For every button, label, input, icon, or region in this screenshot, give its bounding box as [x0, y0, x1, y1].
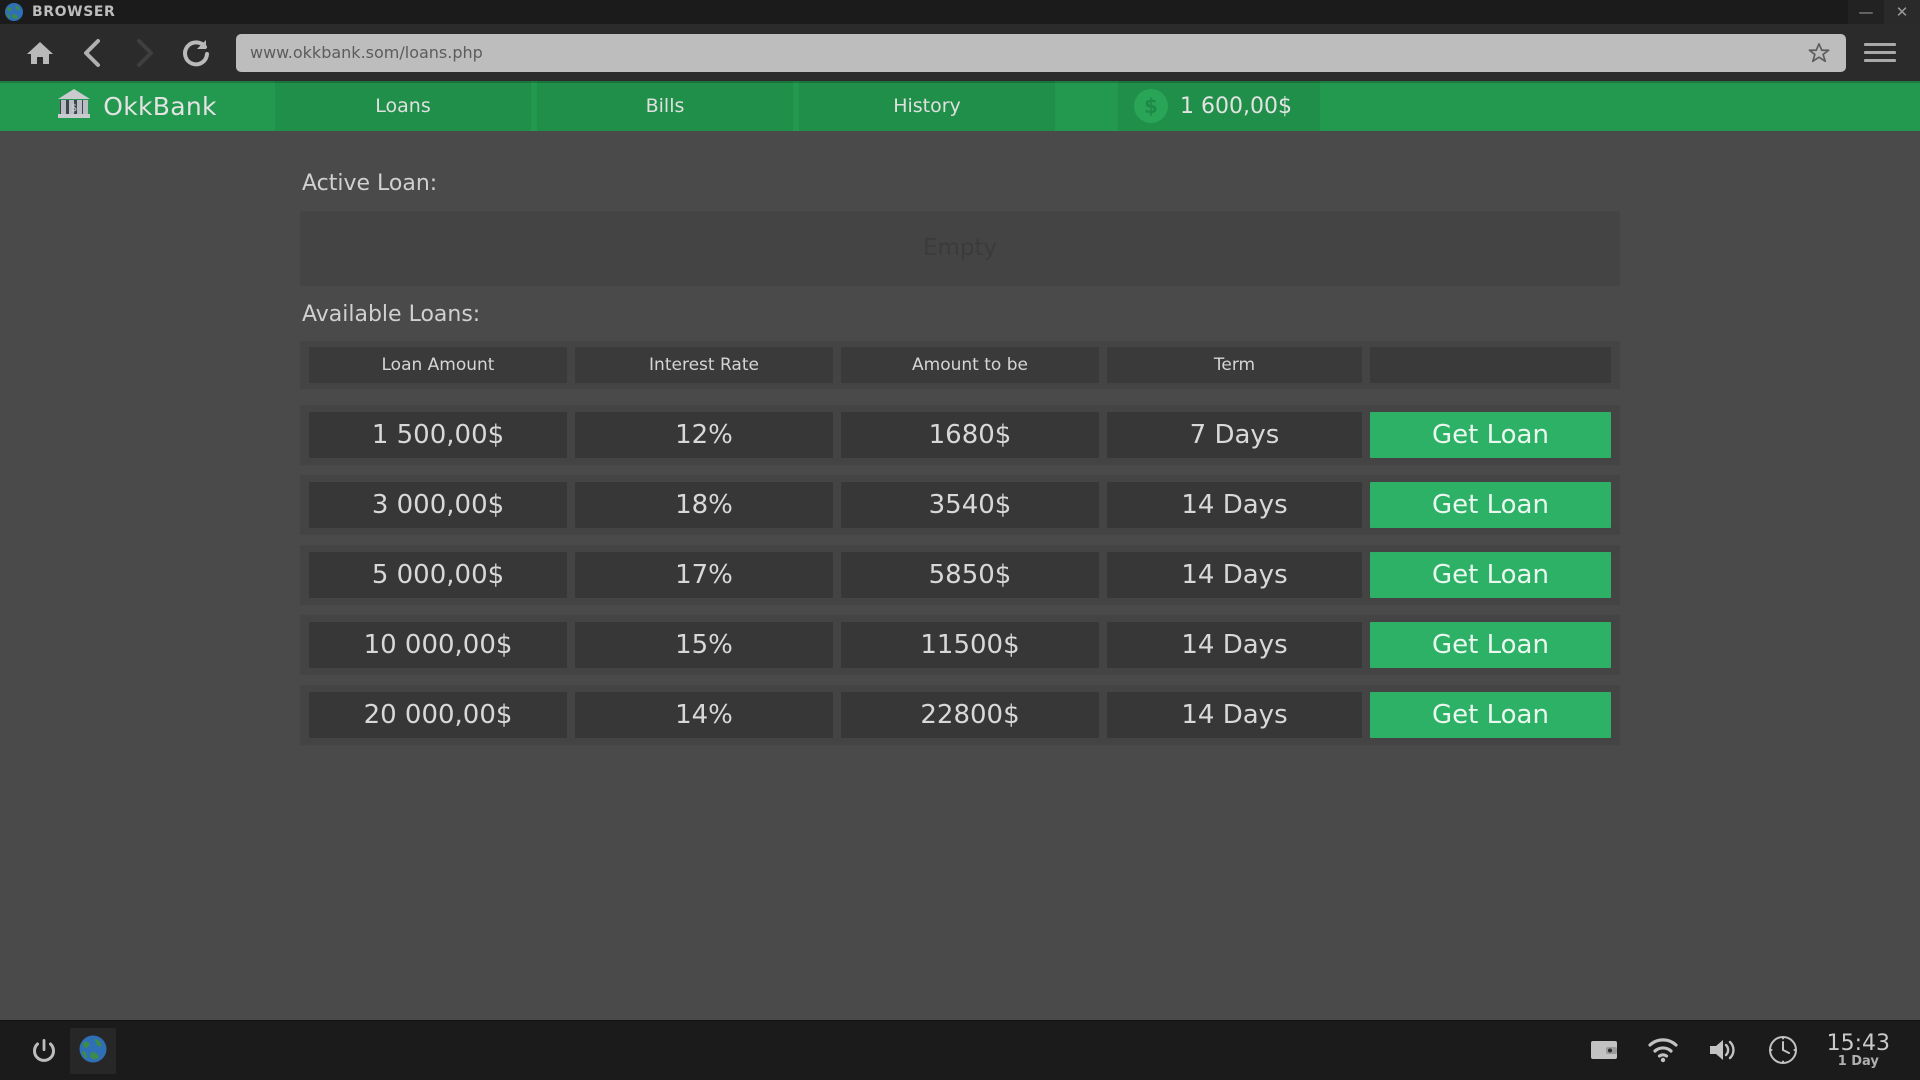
cell-amount-to-be: 22800$ [841, 692, 1099, 738]
brand-name: OkkBank [103, 91, 217, 121]
cell-term: 14 Days [1107, 552, 1362, 598]
column-header-interest-rate: Interest Rate [575, 347, 833, 383]
available-loans-label: Available Loans: [302, 302, 481, 327]
clock-time: 15:43 [1826, 1031, 1890, 1057]
close-button[interactable]: ✕ [1884, 0, 1920, 24]
cell-amount-to-be: 5850$ [841, 552, 1099, 598]
get-loan-button[interactable]: Get Loan [1370, 482, 1611, 528]
hamburger-menu-icon[interactable] [1854, 31, 1906, 75]
clock-day: 1 Day [1837, 1054, 1879, 1070]
address-bar[interactable]: www.okkbank.som/loans.php [236, 33, 1846, 72]
cell-loan-amount: 10 000,00$ [309, 622, 567, 668]
minimize-button[interactable]: — [1848, 0, 1884, 24]
loans-page: Active Loan: Empty Available Loans: Loan… [0, 131, 1920, 745]
cell-interest-rate: 15% [575, 622, 833, 668]
available-loans-table: Loan Amount Interest Rate Amount to be T… [300, 341, 1620, 745]
page-content: $ OkkBank Loans Bills History $ 1 600,00… [0, 81, 1920, 1020]
clock-display: 15:43 1 Day [1827, 1032, 1890, 1069]
forward-arrow-icon [118, 31, 170, 75]
table-row: 10 000,00$ 15% 11500$ 14 Days Get Loan [300, 615, 1620, 675]
cell-interest-rate: 17% [575, 552, 833, 598]
nav-tab-bills[interactable]: Bills [534, 81, 796, 131]
get-loan-button[interactable]: Get Loan [1370, 622, 1611, 668]
active-loan-label: Active Loan: [302, 171, 438, 196]
url-text[interactable]: www.okkbank.som/loans.php [250, 43, 1806, 62]
cell-amount-to-be: 11500$ [841, 622, 1099, 668]
cell-term: 14 Days [1107, 692, 1362, 738]
cell-amount-to-be: 3540$ [841, 482, 1099, 528]
wallet-icon[interactable] [1589, 1037, 1619, 1063]
cell-loan-amount: 5 000,00$ [309, 552, 567, 598]
site-navbar: $ OkkBank Loans Bills History $ 1 600,00… [0, 81, 1920, 131]
nav-tab-history[interactable]: History [796, 81, 1058, 131]
table-row: 3 000,00$ 18% 3540$ 14 Days Get Loan [300, 475, 1620, 535]
cell-interest-rate: 18% [575, 482, 833, 528]
active-loan-empty-text: Empty [922, 235, 998, 261]
column-header-action [1370, 347, 1611, 383]
home-icon[interactable] [14, 31, 66, 75]
table-header-row: Loan Amount Interest Rate Amount to be T… [300, 341, 1620, 389]
globe-icon [78, 1034, 108, 1068]
get-loan-button[interactable]: Get Loan [1370, 692, 1611, 738]
get-loan-button[interactable]: Get Loan [1370, 412, 1611, 458]
dollar-coin-icon: $ [1134, 89, 1168, 123]
svg-text:$: $ [71, 103, 77, 114]
brand-logo[interactable]: $ OkkBank [0, 81, 272, 131]
power-icon[interactable] [24, 1031, 64, 1071]
table-row: 1 500,00$ 12% 1680$ 7 Days Get Loan [300, 405, 1620, 465]
back-arrow-icon[interactable] [66, 31, 118, 75]
bank-building-icon: $ [55, 87, 93, 125]
clock-icon[interactable] [1767, 1034, 1799, 1066]
window-controls: — ✕ [1848, 0, 1920, 24]
active-loan-box: Empty [300, 210, 1620, 286]
window-titlebar: BROWSER — ✕ [0, 0, 1920, 24]
balance-display: $ 1 600,00$ [1118, 81, 1320, 131]
table-row: 20 000,00$ 14% 22800$ 14 Days Get Loan [300, 685, 1620, 745]
cell-term: 14 Days [1107, 482, 1362, 528]
cell-loan-amount: 1 500,00$ [309, 412, 567, 458]
get-loan-button[interactable]: Get Loan [1370, 552, 1611, 598]
browser-toolbar: www.okkbank.som/loans.php [0, 24, 1920, 81]
cell-interest-rate: 12% [575, 412, 833, 458]
star-icon[interactable] [1806, 42, 1832, 64]
nav-spacer [1058, 81, 1118, 131]
cell-loan-amount: 20 000,00$ [309, 692, 567, 738]
taskbar-left [0, 1027, 116, 1074]
cell-loan-amount: 3 000,00$ [309, 482, 567, 528]
column-header-term: Term [1107, 347, 1362, 383]
volume-icon[interactable] [1707, 1036, 1739, 1064]
taskbar-browser-button[interactable] [70, 1027, 116, 1074]
cell-term: 7 Days [1107, 412, 1362, 458]
column-header-loan-amount: Loan Amount [309, 347, 567, 383]
globe-icon [4, 2, 24, 22]
wifi-icon[interactable] [1647, 1037, 1679, 1063]
taskbar: 15:43 1 Day [0, 1020, 1920, 1080]
balance-amount: 1 600,00$ [1180, 93, 1292, 119]
column-header-amount-to-be: Amount to be [841, 347, 1099, 383]
table-row: 5 000,00$ 17% 5850$ 14 Days Get Loan [300, 545, 1620, 605]
reload-icon[interactable] [170, 31, 222, 75]
cell-interest-rate: 14% [575, 692, 833, 738]
system-tray: 15:43 1 Day [1589, 1032, 1920, 1069]
nav-tab-loans[interactable]: Loans [272, 81, 534, 131]
window-title: BROWSER [32, 4, 116, 20]
cell-term: 14 Days [1107, 622, 1362, 668]
cell-amount-to-be: 1680$ [841, 412, 1099, 458]
